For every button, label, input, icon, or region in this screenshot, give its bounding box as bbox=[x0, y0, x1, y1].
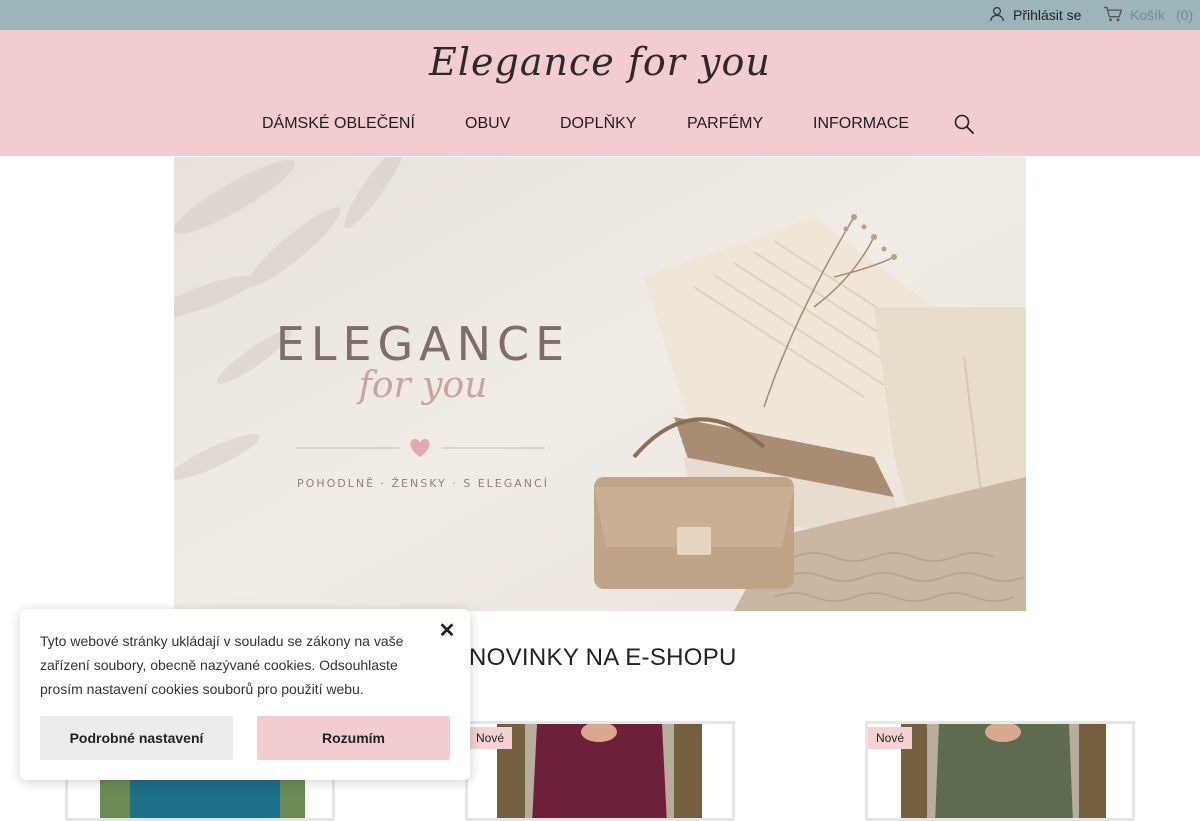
product-image[interactable] bbox=[497, 724, 702, 818]
nav-item-obuv[interactable]: OBUV bbox=[465, 115, 510, 133]
cart-count: (0) bbox=[1176, 7, 1194, 23]
cookie-accept-button[interactable]: Rozumím bbox=[257, 716, 450, 760]
top-bar: Přihlásit se Košík (0) bbox=[0, 0, 1200, 30]
login-label: Přihlásit se bbox=[1013, 7, 1082, 23]
cookie-text: Tyto webové stránky ukládají v souladu s… bbox=[40, 633, 404, 697]
nav-item-doplnky[interactable]: DOPLŇKY bbox=[560, 115, 636, 133]
product-image[interactable] bbox=[901, 724, 1106, 818]
cart-icon bbox=[1103, 6, 1123, 25]
hero-script: for you bbox=[356, 365, 488, 406]
cart-link[interactable]: Košík (0) bbox=[1103, 6, 1193, 24]
cart-label: Košík bbox=[1130, 7, 1166, 23]
nav-item-parfemy[interactable]: PARFÉMY bbox=[687, 115, 763, 133]
login-link[interactable]: Přihlásit se bbox=[989, 6, 1081, 24]
product-card[interactable]: Nové bbox=[865, 721, 1135, 821]
user-icon bbox=[989, 6, 1005, 25]
hero-tagline: POHODLNĚ · ŽENSKY · S ELEGANCÍ bbox=[297, 477, 549, 490]
close-icon[interactable]: ✕ bbox=[438, 621, 456, 641]
new-badge: Nové bbox=[868, 727, 913, 749]
nav-item-informace[interactable]: INFORMACE bbox=[813, 115, 909, 133]
new-badge: Nové bbox=[468, 727, 513, 749]
section-title: NOVINKY NA E-SHOPU bbox=[469, 644, 737, 671]
cookie-settings-button[interactable]: Podrobné nastavení bbox=[40, 716, 233, 760]
hero-brand: ELEGANCE bbox=[276, 317, 570, 371]
site-logo[interactable]: Elegance for you bbox=[0, 40, 1200, 84]
product-card[interactable]: Nové bbox=[465, 721, 735, 821]
nav-item-damske-obleceni[interactable]: DÁMSKÉ OBLEČENÍ bbox=[262, 115, 415, 133]
search-icon[interactable] bbox=[953, 113, 975, 135]
hero-banner[interactable]: ELEGANCE for you POHODLNĚ · ŽENSKY · S E… bbox=[174, 157, 1026, 611]
cookie-banner: Tyto webové stránky ukládají v souladu s… bbox=[20, 609, 470, 780]
site-header: Elegance for you DÁMSKÉ OBLEČENÍ OBUV DO… bbox=[0, 30, 1200, 156]
